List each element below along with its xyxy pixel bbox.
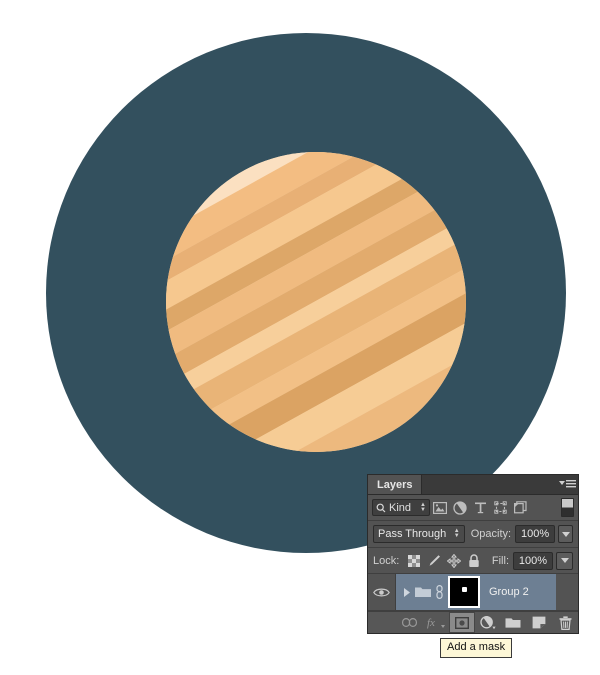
tab-bar-filler [422,475,556,494]
layer-row-body[interactable]: Group 2 [396,574,556,610]
chevron-down-icon [560,558,569,563]
blend-opacity-row: Pass Through ▲ ▼ Opacity: 100% [368,521,578,548]
lock-image-pixels-icon[interactable] [424,551,444,571]
table-row[interactable]: Group 2 [368,574,578,611]
opacity-dropdown-button[interactable] [558,525,573,543]
adjustment-layer-filter-icon[interactable] [450,497,470,519]
panel-bottom-toolbar: fx [368,611,578,633]
new-group-button[interactable] [500,612,526,633]
search-icon [376,503,386,512]
add-mask-button[interactable] [448,612,475,633]
lock-position-icon[interactable] [444,551,464,571]
layers-panel[interactable]: Layers Kind ▲ ▼ Pass Through ▲ ▼ Opacity… [368,475,578,633]
filter-kind-select[interactable]: Kind ▲ ▼ [372,499,430,516]
eye-icon [373,588,390,596]
smart-object-filter-icon[interactable] [510,497,530,519]
lock-transparent-pixels-icon[interactable] [404,551,424,571]
layer-filter-row: Kind ▲ ▼ [368,495,578,521]
tooltip-text: Add a mask [447,641,506,653]
link-mask-icon[interactable] [433,585,446,599]
layer-style-button[interactable]: fx [423,612,449,633]
filter-kind-label: Kind [389,501,412,514]
layer-mask-thumbnail[interactable] [448,576,480,608]
folder-icon [505,617,521,628]
svg-text:fx: fx [427,617,435,629]
shape-layer-filter-icon[interactable] [490,497,510,519]
layer-visibility-toggle[interactable] [368,574,396,610]
trash-icon [559,615,572,630]
blend-mode-value: Pass Through [378,528,447,540]
fill-value[interactable]: 100% [513,551,553,570]
blend-stepper-icon[interactable]: ▲ ▼ [454,528,460,539]
lock-label: Lock: [373,554,400,567]
type-layer-filter-icon[interactable] [470,497,490,519]
pixel-layer-filter-icon[interactable] [430,497,450,519]
chevron-down-icon [561,531,570,537]
lock-fill-row: Lock: Fill: 100% [368,548,578,574]
adjustment-icon [479,615,496,629]
opacity-label: Opacity: [470,528,512,540]
tooltip: Add a mask [440,638,513,658]
tab-layers[interactable]: Layers [368,475,423,494]
layer-row-gutter [556,574,578,610]
link-icon [402,618,418,627]
new-adjustment-layer-button[interactable] [475,612,501,633]
new-layer-icon [532,616,546,629]
blend-mode-select[interactable]: Pass Through ▲ ▼ [373,525,465,543]
mask-dot [461,587,467,593]
delete-layer-button[interactable] [552,612,578,633]
link-layers-button[interactable] [397,612,423,633]
new-layer-button[interactable] [526,612,552,633]
folder-icon [413,586,433,598]
tab-layers-label: Layers [377,478,413,491]
panel-tab-bar: Layers [368,475,578,495]
expand-triangle-icon[interactable] [400,587,413,597]
layer-name-label: Group 2 [489,586,529,598]
fx-icon: fx [427,617,445,629]
fill-dropdown-button[interactable] [556,551,573,570]
planet-bands [166,152,466,452]
add-mask-icon [454,616,469,629]
panel-menu-icon[interactable] [556,475,578,494]
opacity-value[interactable]: 100% [515,525,556,543]
lock-all-icon[interactable] [464,551,484,571]
stepper-icon[interactable]: ▲ ▼ [420,502,426,513]
filter-toggle-switch[interactable] [561,498,574,517]
fill-label: Fill: [491,554,509,567]
planet-shape [166,152,466,452]
